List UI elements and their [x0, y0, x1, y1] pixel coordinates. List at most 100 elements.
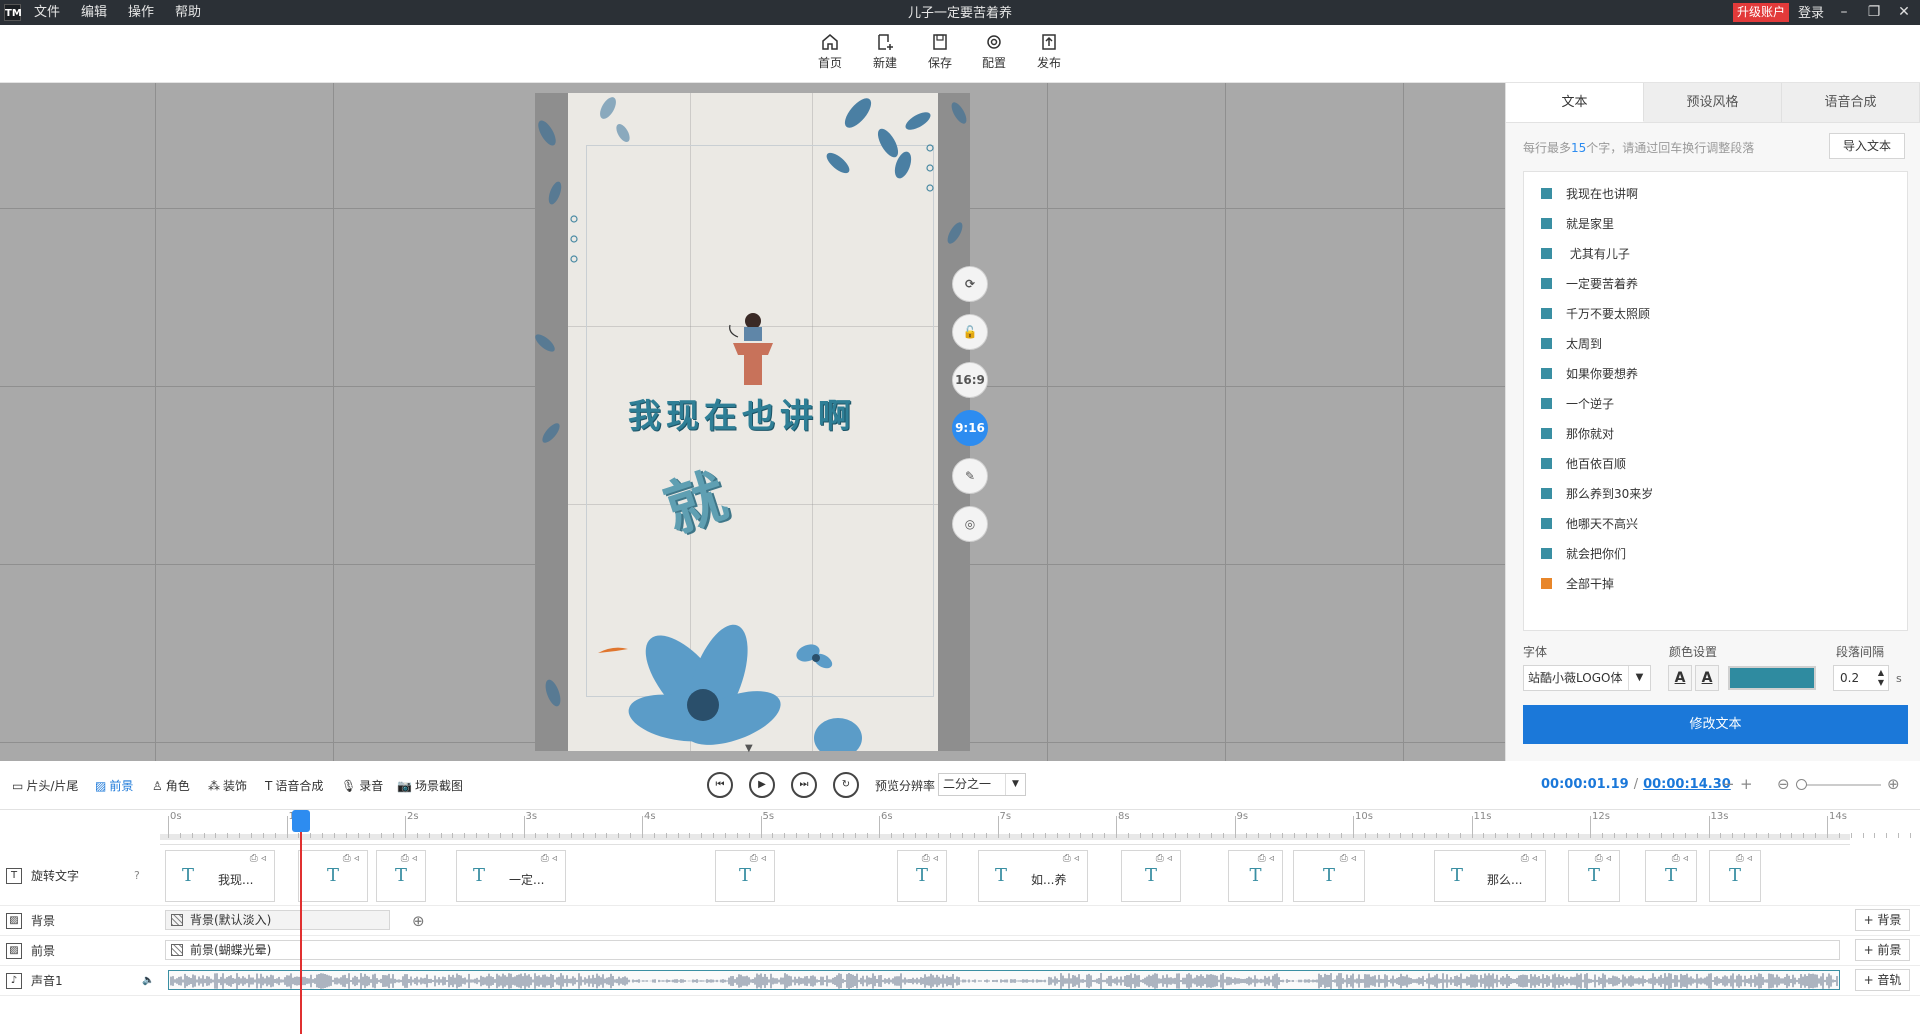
menu-operate[interactable]: 操作	[128, 0, 165, 25]
timeline-minus-button[interactable]: −	[1722, 775, 1735, 793]
font-color-a-icon[interactable]: A	[1668, 665, 1692, 691]
color-swatch[interactable]	[1728, 666, 1816, 690]
upgrade-account-button[interactable]: 升级账户	[1733, 3, 1790, 22]
tab-character[interactable]: ♙ 角色	[152, 777, 190, 794]
spacing-stepper[interactable]: 0.2 ▲ ▼	[1833, 665, 1889, 691]
tab-text[interactable]: 文本	[1506, 83, 1644, 122]
list-item[interactable]: 那你就对	[1524, 418, 1907, 448]
text-clip[interactable]: ⎙ ◃ T 一定...	[456, 850, 566, 902]
tab-voice-synthesis[interactable]: 语音合成	[1782, 83, 1920, 122]
preview-resolution-select[interactable]: 二分之一 ▼	[938, 773, 1026, 796]
clip-voice-icon[interactable]: ⎙ ◃	[1156, 853, 1172, 864]
list-item[interactable]: 就是家里	[1524, 208, 1907, 238]
zoom-slider[interactable]	[1801, 784, 1881, 786]
login-button[interactable]: 登录	[1798, 0, 1824, 27]
list-item[interactable]: 我现在也讲啊	[1524, 178, 1907, 208]
tab-record[interactable]: 🎙 录音	[341, 777, 383, 794]
clip-voice-icon[interactable]: ⎙ ◃	[250, 853, 266, 864]
collapse-arrow-icon[interactable]: ▼	[745, 743, 753, 754]
text-clip[interactable]: ⎙ ◃ T	[376, 850, 426, 902]
foreground-clip[interactable]: 前景(蝴蝶光晕)	[165, 940, 1840, 960]
clip-voice-icon[interactable]: ⎙ ◃	[1063, 853, 1079, 864]
clip-voice-icon[interactable]: ⎙ ◃	[1595, 853, 1611, 864]
tab-foreground[interactable]: ▨ 前景	[95, 777, 133, 794]
timeline[interactable]: 0s1s2s3s4s5s6s7s8s9s10s11s12s13s14s T旋转文…	[0, 810, 1920, 1034]
tab-preset-style[interactable]: 预设风格	[1644, 83, 1782, 122]
play-button[interactable]: ▶	[749, 772, 775, 798]
outline-color-a-icon[interactable]: A	[1695, 665, 1719, 691]
tab-intro-outro[interactable]: ▭ 片头/片尾	[12, 777, 78, 794]
text-clip[interactable]: ⎙ ◃ T	[1645, 850, 1697, 902]
text-clip[interactable]: ⎙ ◃ T	[298, 850, 368, 902]
home-button[interactable]: 首页	[808, 33, 852, 71]
clip-voice-icon[interactable]: ⎙ ◃	[343, 853, 359, 864]
stepper-arrows-icon[interactable]: ▲ ▼	[1878, 668, 1884, 688]
clip-voice-icon[interactable]: ⎙ ◃	[1736, 853, 1752, 864]
list-item[interactable]: 尤其有儿子	[1524, 238, 1907, 268]
clip-voice-icon[interactable]: ⎙ ◃	[1340, 853, 1356, 864]
publish-button[interactable]: 发布	[1027, 33, 1071, 71]
text-clip[interactable]: ⎙ ◃ T 我现...	[165, 850, 275, 902]
restore-button[interactable]: ❐	[1860, 0, 1888, 25]
text-clip[interactable]: ⎙ ◃ T	[1121, 850, 1181, 902]
poster-canvas[interactable]: 我现在也讲啊 就	[568, 93, 938, 751]
list-item[interactable]: 一定要苦着养	[1524, 268, 1907, 298]
font-select[interactable]: 站酷小薇LOGO体 ▼	[1523, 665, 1651, 691]
list-item[interactable]: 千万不要太照顾	[1524, 298, 1907, 328]
text-clip[interactable]: ⎙ ◃ T	[715, 850, 775, 902]
tab-decoration[interactable]: ⁂ 装饰	[208, 777, 247, 794]
skip-back-button[interactable]: ⏮	[707, 772, 733, 798]
audio-waveform[interactable]	[168, 970, 1840, 990]
close-button[interactable]: ✕	[1890, 0, 1918, 25]
config-button[interactable]: 配置	[972, 33, 1016, 71]
timeline-plus-button[interactable]: +	[1740, 775, 1753, 793]
background-clip[interactable]: 背景(默认淡入)	[165, 910, 390, 930]
list-item[interactable]: 一个逆子	[1524, 388, 1907, 418]
zoom-slider-handle[interactable]	[1796, 779, 1807, 790]
clip-voice-icon[interactable]: ⎙ ◃	[922, 853, 938, 864]
text-clip[interactable]: ⎙ ◃ T	[897, 850, 947, 902]
clip-voice-icon[interactable]: ⎙ ◃	[1672, 853, 1688, 864]
add-background-clip-icon[interactable]: ⊕	[412, 912, 425, 930]
clip-voice-icon[interactable]: ⎙ ◃	[1258, 853, 1274, 864]
menu-help[interactable]: 帮助	[175, 0, 212, 25]
list-item[interactable]: 就会把你们	[1524, 538, 1907, 568]
text-clip[interactable]: ⎙ ◃ T	[1709, 850, 1761, 902]
menu-file[interactable]: 文件	[34, 0, 71, 25]
list-item[interactable]: 他百依百顺	[1524, 448, 1907, 478]
rotate-button[interactable]: ⟳	[952, 266, 988, 302]
list-item[interactable]: 他哪天不高兴	[1524, 508, 1907, 538]
zoom-in-icon[interactable]: ⊕	[1887, 775, 1900, 793]
list-item[interactable]: 全部干掉	[1524, 568, 1907, 598]
menu-edit[interactable]: 编辑	[81, 0, 118, 25]
timeline-ruler[interactable]: 0s1s2s3s4s5s6s7s8s9s10s11s12s13s14s	[160, 810, 1911, 845]
list-item[interactable]: 如果你要想养	[1524, 358, 1907, 388]
list-item[interactable]: 那么养到30来岁	[1524, 478, 1907, 508]
zoom-out-icon[interactable]: ⊖	[1777, 775, 1790, 793]
edit-button[interactable]: ✎	[952, 458, 988, 494]
ratio-16-9-button[interactable]: 16:9	[952, 362, 988, 398]
tab-scene-screenshot[interactable]: 📷 场景截图	[397, 777, 463, 794]
volume-icon[interactable]: 🔈	[142, 975, 154, 986]
replay-button[interactable]: ↻	[833, 772, 859, 798]
help-icon[interactable]: ?	[134, 869, 140, 882]
ratio-9-16-button[interactable]: 9:16	[952, 410, 988, 446]
minimize-button[interactable]: –	[1830, 0, 1858, 25]
add-audio-track-button[interactable]: + 音轨	[1855, 969, 1910, 991]
clip-voice-icon[interactable]: ⎙ ◃	[1521, 853, 1537, 864]
clip-voice-icon[interactable]: ⎙ ◃	[541, 853, 557, 864]
text-clip[interactable]: ⎙ ◃ T 那么...	[1434, 850, 1546, 902]
add-background-button[interactable]: + 背景	[1855, 909, 1910, 931]
lock-button[interactable]: 🔓	[952, 314, 988, 350]
target-button[interactable]: ◎	[952, 506, 988, 542]
canvas-area[interactable]: 我现在也讲啊 就 ⟳ 🔓 16:9 9:16 ✎ ◎ ▼	[0, 83, 1505, 761]
modify-text-button[interactable]: 修改文本	[1523, 705, 1908, 744]
text-clip[interactable]: ⎙ ◃ T	[1293, 850, 1365, 902]
add-foreground-button[interactable]: + 前景	[1855, 939, 1910, 961]
clip-voice-icon[interactable]: ⎙ ◃	[401, 853, 417, 864]
import-text-button[interactable]: 导入文本	[1829, 133, 1905, 159]
new-button[interactable]: 新建	[863, 33, 907, 71]
canvas-main-text[interactable]: 我现在也讲啊	[628, 389, 888, 437]
playhead[interactable]	[300, 818, 302, 1034]
list-item[interactable]: 太周到	[1524, 328, 1907, 358]
